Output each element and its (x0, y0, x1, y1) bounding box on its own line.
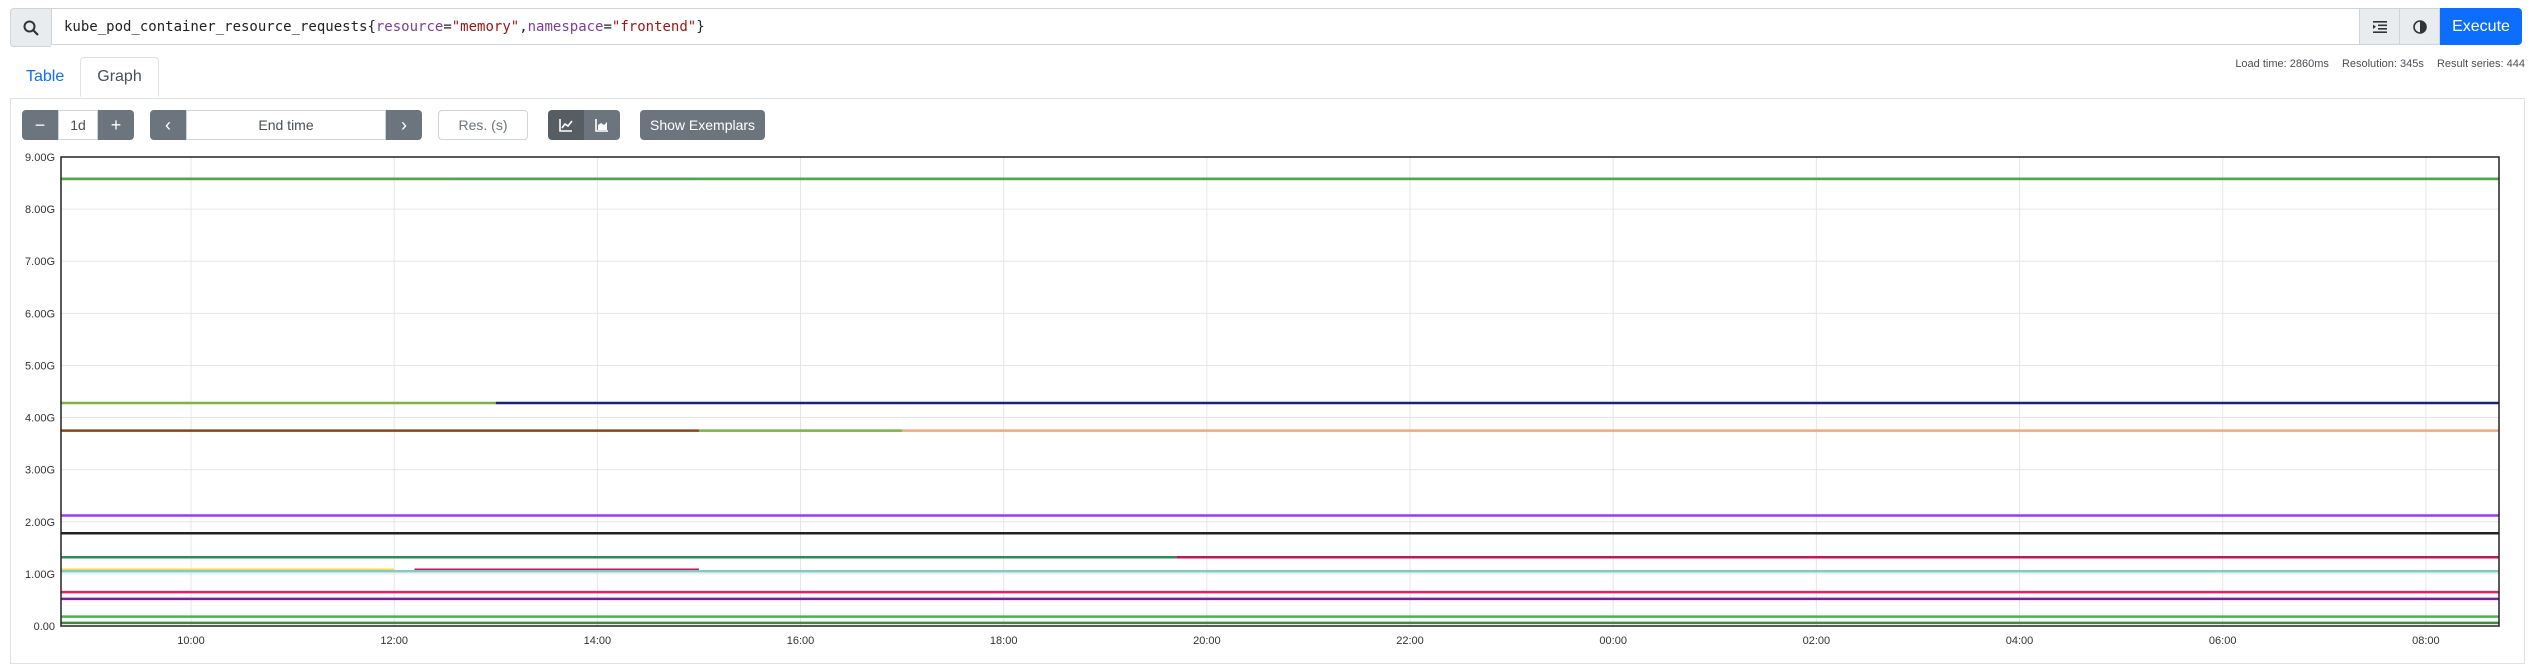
y-tick-label: 0.00 (34, 621, 55, 633)
plot-frame (60, 156, 2500, 627)
x-tick-label: 20:00 (1193, 635, 1221, 647)
query-label-value: "frontend" (611, 18, 697, 35)
y-tick-label: 4.00G (25, 413, 55, 425)
resolution-input[interactable]: Res. (s) (438, 110, 528, 140)
x-tick-label: 22:00 (1396, 635, 1424, 647)
decrease-range-button[interactable]: − (22, 110, 58, 140)
x-tick-label: 16:00 (787, 635, 815, 647)
execute-button[interactable]: Execute (2440, 8, 2522, 45)
search-icon (10, 8, 51, 47)
query-label-key: namespace (527, 18, 604, 35)
x-tick-label: 10:00 (177, 635, 205, 647)
next-time-button[interactable]: › (386, 110, 422, 140)
x-tick-label: 14:00 (584, 635, 612, 647)
resolution: Resolution: 345s (2341, 58, 2424, 70)
query-label-key: resource (375, 18, 444, 35)
show-exemplars-button[interactable]: Show Exemplars (640, 110, 766, 140)
y-tick-label: 3.00G (25, 465, 55, 477)
y-tick-label: 7.00G (25, 256, 55, 268)
x-tick-label: 08:00 (2412, 635, 2440, 647)
tab-table[interactable]: Table (10, 57, 80, 97)
end-time-input[interactable]: End time (186, 110, 386, 140)
y-tick-label: 9.00G (25, 152, 55, 164)
stacked-chart-icon[interactable] (584, 110, 620, 140)
result-series: Result series: 444 (2436, 58, 2525, 70)
x-tick-label: 06:00 (2209, 635, 2237, 647)
query-metric: kube_pod_container_resource_requests (64, 18, 368, 35)
tab-graph[interactable]: Graph (80, 57, 159, 97)
range-input[interactable]: 1d (58, 110, 98, 140)
increase-range-button[interactable]: + (98, 110, 134, 140)
y-axis-labels: 0.00 1.00G 2.00G 3.00G 4.00G 5.00G 6.00G 7.00G 8… (25, 152, 55, 633)
x-tick-label: 04:00 (2006, 635, 2034, 647)
query-bar: kube_pod_container_resource_requests{res… (10, 8, 2522, 47)
query-label-value: "memory" (451, 18, 520, 35)
end-time-group: ‹ End time › (150, 110, 422, 140)
x-tick-label: 12:00 (380, 635, 408, 647)
x-tick-label: 02:00 (1803, 635, 1831, 647)
query-stats: Load time: 2860ms Resolution: 345s Resul… (2225, 58, 2525, 70)
x-tick-label: 18:00 (990, 635, 1018, 647)
query-input[interactable]: kube_pod_container_resource_requests{res… (51, 8, 2360, 45)
load-time: Load time: 2860ms (2235, 58, 2329, 70)
y-tick-label: 5.00G (25, 360, 55, 372)
previous-time-button[interactable]: ‹ (150, 110, 186, 140)
chart-series (61, 177, 2499, 625)
chart-grid (61, 156, 2499, 627)
y-tick-label: 8.00G (25, 204, 55, 216)
format-query-icon[interactable] (2360, 8, 2400, 45)
metrics-explorer-icon[interactable] (2400, 8, 2440, 45)
tab-bar: Table Graph (10, 57, 159, 99)
y-tick-label: 6.00G (25, 308, 55, 320)
x-tick-label: 00:00 (1599, 635, 1627, 647)
chart-type-toggle (548, 110, 620, 140)
graph-controls: − 1d + ‹ End time › Res. (s) Show Exempl… (22, 110, 766, 140)
range-group: − 1d + (22, 110, 134, 140)
y-tick-label: 2.00G (25, 517, 55, 529)
x-axis-labels: 10:00 12:00 14:00 16:00 18:00 20:00 22:00 00:00… (177, 635, 2439, 647)
graph-chart: 0.00 1.00G 2.00G 3.00G 4.00G 5.00G 6.00G 7.00G 8… (25, 152, 2500, 647)
line-chart-icon[interactable] (548, 110, 584, 140)
y-tick-label: 1.00G (25, 569, 55, 581)
